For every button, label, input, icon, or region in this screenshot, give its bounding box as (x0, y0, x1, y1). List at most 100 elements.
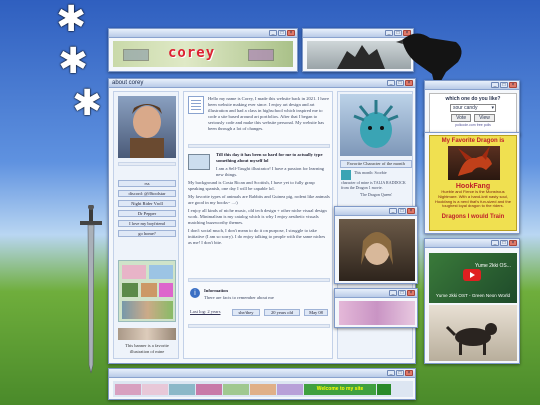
welcome-banner[interactable]: Welcome to my site (304, 383, 376, 395)
favorites-text: My favorite types of animals are Rabbits… (188, 194, 330, 205)
nav-dr-pepper-link[interactable]: Dr Pepper (118, 210, 176, 217)
favorite-character-image (340, 94, 412, 156)
footer-titlebar: _ □ × (109, 369, 415, 378)
video-short-title: Yume 2kki OS... (475, 263, 511, 269)
poll-box: which one do you like? sour candy ▾ Vote… (429, 93, 517, 133)
info-icon: i (190, 288, 200, 298)
logo-strip (123, 49, 149, 61)
site-button[interactable] (277, 383, 303, 395)
asterisk-star-icon: ✱ (58, 41, 89, 82)
asterisk-star-icon: ✱ (72, 83, 103, 124)
dragon-title: My Favorite Dragon is (441, 138, 505, 144)
logo-strip (248, 49, 274, 61)
character-caption: Favorite Character of the month (340, 160, 412, 168)
minimize-button[interactable]: _ (389, 290, 397, 296)
close-button[interactable]: × (287, 30, 295, 36)
minimize-button[interactable]: _ (387, 370, 395, 376)
youtube-play-icon[interactable] (463, 269, 481, 281)
maximize-button[interactable]: □ (398, 290, 406, 296)
last-login: Last log: 2 years (190, 309, 221, 314)
close-button[interactable]: × (407, 208, 415, 214)
minimize-button[interactable]: _ (491, 82, 499, 88)
travel-text: I don't social much, I don't mean to do … (188, 228, 326, 245)
dog-image (429, 305, 517, 361)
poll-window: _ □ × which one do you like? sour candy ▾ … (424, 80, 520, 136)
nav-list: rss discord: @f0toolstar Night Rider Vro… (118, 180, 176, 240)
minimize-button[interactable]: _ (385, 30, 393, 36)
left-column: rss discord: @f0toolstar Night Rider Vro… (113, 91, 179, 359)
nav-night-rider-link[interactable]: Night Rider Vroll (118, 200, 176, 207)
minimize-button[interactable]: _ (389, 208, 397, 214)
profile-bar (118, 162, 176, 166)
poll-question: which one do you like? (445, 96, 501, 102)
maximize-button[interactable]: □ (396, 80, 404, 86)
character-subtitle: 'The Dragon Queen' (359, 192, 393, 197)
pronouns-tag: she/they (232, 309, 260, 316)
monitor-icon (188, 154, 210, 170)
poll-selected-value: sour candy (453, 105, 478, 111)
about-window-title: about corey (112, 80, 144, 86)
corey-logo-text: corey (168, 45, 216, 61)
character-desc: character of mine is TALIA RADDOCK from … (341, 180, 406, 190)
divider-bar (188, 278, 330, 282)
about-titlebar: about corey _ □ × (109, 79, 415, 88)
pink-window: _ □ × (334, 288, 418, 328)
close-button[interactable]: × (405, 80, 413, 86)
poll-credit[interactable]: pollcode.com free polls (430, 123, 516, 127)
intro-text: Hello my name is Corey, I made this webs… (208, 96, 330, 131)
chevron-down-icon: ▾ (491, 105, 494, 111)
vote-button[interactable]: Vote (451, 114, 472, 122)
site-button[interactable] (223, 383, 249, 395)
birthday-tag: May 08 (304, 309, 328, 316)
minimize-button[interactable]: _ (269, 30, 277, 36)
dragon-card: My Favorite Dragon is HookFang Hueble an… (429, 135, 517, 231)
close-button[interactable]: × (509, 240, 517, 246)
video-player[interactable]: Yume 2kki OS... Yume 2kki OST - Green Ne… (429, 253, 517, 303)
nav-boyfriend-link[interactable]: I love my boyfriend (118, 220, 176, 227)
nav-discord-link[interactable]: discord: @f0toolstar (118, 190, 176, 197)
info-title: Information (204, 288, 228, 293)
footer-window: _ □ × Welcome to my site (108, 368, 416, 400)
background-text: My background is Costa Rican and Scottis… (188, 180, 315, 191)
banner-caption: This banner is a favorite illustration o… (125, 343, 169, 354)
divider-bar (188, 144, 330, 148)
site-button[interactable] (115, 383, 141, 395)
nav-rss-link[interactable]: rss (118, 180, 176, 187)
video-titlebar: _ □ × (425, 239, 519, 248)
poll-titlebar: _ □ × (425, 81, 519, 90)
pink-art-image (339, 301, 415, 325)
minimize-button[interactable]: _ (491, 240, 499, 246)
site-button[interactable] (196, 383, 222, 395)
site-button[interactable] (377, 383, 391, 395)
asterisk-star-icon: ✱ (56, 0, 87, 40)
maximize-button[interactable]: □ (396, 370, 404, 376)
maximize-button[interactable]: □ (500, 240, 508, 246)
close-button[interactable]: × (509, 82, 517, 88)
logo-banner: corey (113, 41, 293, 67)
maximize-button[interactable]: □ (278, 30, 286, 36)
video-window: _ □ × Yume 2kki OS... Yume 2kki OST - Gree… (424, 238, 520, 364)
close-button[interactable]: × (405, 370, 413, 376)
dragon-image (448, 146, 500, 180)
dragon-footer: Dragons I would Train (441, 214, 505, 220)
minimize-button[interactable]: _ (387, 80, 395, 86)
dragon-name: HookFang (455, 183, 491, 190)
site-button[interactable] (142, 383, 168, 395)
site-button[interactable] (169, 383, 195, 395)
site-button[interactable] (250, 383, 276, 395)
nav-home-link[interactable]: go home? (118, 230, 176, 237)
pink-titlebar: _ □ × (335, 289, 417, 298)
maximize-button[interactable]: □ (398, 208, 406, 214)
dragon-text: Hueble and Fierce is the Monstrous Night… (435, 190, 511, 209)
view-button[interactable]: View (474, 114, 495, 122)
self-taught-text: I am a Self-Taught illustrator! I have a… (216, 166, 325, 177)
character-thumbnail (341, 170, 351, 180)
maximize-button[interactable]: □ (500, 82, 508, 88)
document-icon (188, 96, 204, 114)
film-still-image (339, 219, 415, 281)
logo-window: _ □ × corey (108, 28, 298, 72)
close-button[interactable]: × (407, 290, 415, 296)
poll-select[interactable]: sour candy ▾ (450, 104, 496, 112)
info-text: There are facts to remember about me (204, 295, 274, 300)
about-heading: Till this day it has been so hard for me… (216, 152, 323, 163)
